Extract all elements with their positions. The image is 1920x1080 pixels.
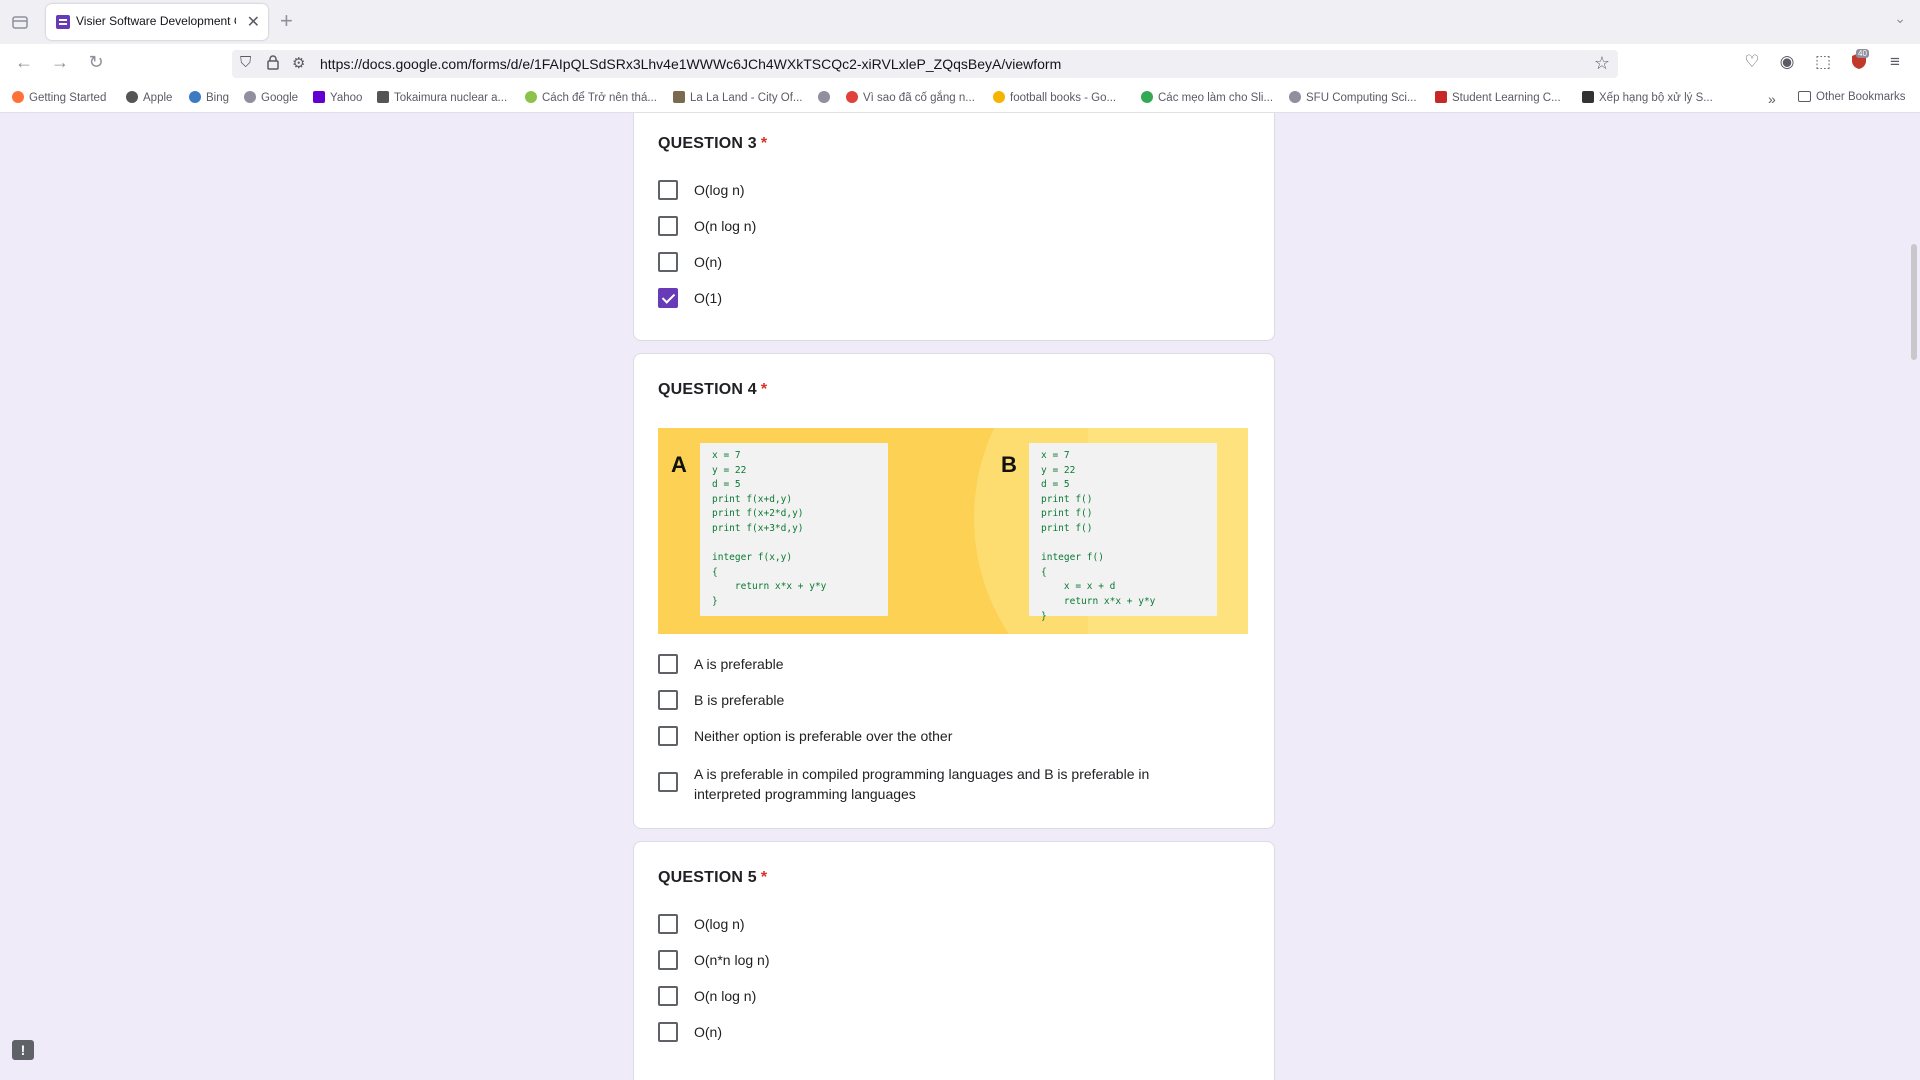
code-block-b: x = 7 y = 22 d = 5 print f() print f() p… [1029, 443, 1217, 622]
globe-icon [818, 91, 830, 103]
account-icon[interactable]: ◉ [1776, 52, 1798, 72]
question-title: QUESTION 5 * [658, 869, 768, 886]
other-bookmarks[interactable]: Other Bookmarks [1798, 91, 1905, 103]
pocket-icon[interactable]: ♡ [1741, 52, 1763, 72]
form-page: QUESTION 3 * O(log n) O(n log n) O(n) O(1… [0, 113, 1920, 1080]
apple-icon [126, 91, 138, 103]
bookmark-item[interactable]: Student Learning C... [1435, 91, 1561, 104]
reload-icon[interactable]: ↻ [84, 52, 108, 73]
scrollbar-thumb[interactable] [1911, 244, 1917, 360]
checkbox[interactable] [658, 1022, 678, 1042]
question-4-card: QUESTION 4 * A x = 7 y = 22 d = 5 print f… [633, 353, 1275, 829]
url-bar[interactable]: ⛉ ⚙ https://docs.google.com/forms/d/e/1F… [232, 50, 1618, 78]
wikipedia-icon [377, 91, 389, 103]
navigation-toolbar: ← → ↻ ⛉ ⚙ https://docs.google.com/forms/… [0, 44, 1920, 84]
site-icon [673, 91, 685, 103]
menu-icon[interactable]: ≡ [1884, 52, 1906, 72]
question-3-card: QUESTION 3 * O(log n) O(n log n) O(n) O(1… [633, 113, 1275, 341]
bookmark-item[interactable]: Tokaimura nuclear a... [377, 91, 507, 104]
required-asterisk: * [760, 135, 768, 152]
extension-badge: 40 [1856, 49, 1869, 58]
code-block-a: x = 7 y = 22 d = 5 print f(x+d,y) print … [700, 443, 888, 616]
new-tab-button[interactable]: + [280, 8, 293, 34]
site-icon [1582, 91, 1594, 103]
option-b-label: B [1001, 452, 1017, 477]
google-forms-icon [56, 15, 70, 29]
google-icon [244, 91, 256, 103]
shield-icon[interactable]: ⛉ [240, 54, 251, 71]
report-issue-icon[interactable]: ! [12, 1040, 34, 1060]
option-a-label: A [671, 452, 687, 477]
bookmark-item[interactable]: Xếp hạng bộ xử lý S... [1582, 91, 1713, 104]
checkbox[interactable] [658, 986, 678, 1006]
question-title: QUESTION 3 * [658, 135, 768, 152]
checkbox[interactable] [658, 216, 678, 236]
bookmarks-overflow-icon[interactable]: » [1768, 91, 1776, 107]
required-asterisk: * [760, 869, 768, 886]
sfu-icon [1435, 91, 1447, 103]
site-icon [525, 91, 537, 103]
checkbox[interactable] [658, 180, 678, 200]
checkbox[interactable] [658, 914, 678, 934]
bookmarks-toolbar: Getting Started Apple Bing Google Yahoo … [0, 84, 1920, 113]
checkbox[interactable] [658, 772, 678, 792]
close-tab-icon[interactable]: ✕ [247, 12, 260, 32]
question-title: QUESTION 4 * [658, 381, 768, 398]
checkbox[interactable] [658, 252, 678, 272]
chevron-down-icon[interactable]: ⌄ [1894, 10, 1906, 27]
checkbox[interactable] [658, 690, 678, 710]
permissions-icon[interactable]: ⚙ [292, 54, 305, 72]
tab-title: Visier Software Development C [76, 14, 236, 28]
yahoo-icon [313, 91, 325, 103]
checkbox-checked[interactable] [658, 288, 678, 308]
bookmark-item[interactable]: La La Land - City Of... [673, 91, 803, 104]
bookmark-item[interactable]: Apple [126, 91, 172, 104]
bookmark-item[interactable]: Getting Started [12, 91, 106, 104]
forward-arrow-icon[interactable]: → [48, 52, 72, 73]
code-comparison-image: A x = 7 y = 22 d = 5 print f(x+d,y) prin… [658, 428, 1248, 634]
lock-icon[interactable] [266, 54, 280, 74]
bookmark-item[interactable]: Bing [189, 91, 229, 104]
search-icon [189, 91, 201, 103]
tab-list-icon[interactable] [10, 12, 30, 32]
firefox-icon [12, 91, 24, 103]
checkbox[interactable] [658, 950, 678, 970]
site-icon [846, 91, 858, 103]
url-text[interactable]: https://docs.google.com/forms/d/e/1FAIpQ… [320, 56, 1061, 72]
checkbox[interactable] [658, 726, 678, 746]
google-drive-icon [993, 91, 1005, 103]
site-icon [1141, 91, 1153, 103]
globe-icon [1289, 91, 1301, 103]
active-tab[interactable]: Visier Software Development C ✕ [46, 4, 268, 40]
tab-strip: Visier Software Development C ✕ + ⌄ [0, 0, 1920, 44]
bookmark-item[interactable]: Google [244, 91, 298, 104]
checkbox[interactable] [658, 654, 678, 674]
bookmark-item[interactable]: SFU Computing Sci... [1289, 91, 1417, 104]
question-5-card: QUESTION 5 * O(log n) O(n*n log n) O(n lo… [633, 841, 1275, 1080]
back-arrow-icon[interactable]: ← [12, 52, 36, 73]
bookmark-star-icon[interactable]: ☆ [1594, 53, 1610, 74]
required-asterisk: * [760, 381, 768, 398]
folder-icon [1798, 91, 1811, 102]
bookmark-item[interactable]: Cách để Trở nên thá... [525, 91, 657, 104]
bookmark-item[interactable]: football books - Go... [993, 91, 1116, 104]
bookmark-item[interactable]: Yahoo [313, 91, 362, 104]
bookmark-item[interactable]: Vì sao đã cố gắng n... [846, 91, 975, 104]
bookmark-item[interactable] [818, 91, 835, 104]
bookmark-item[interactable]: Các mẹo làm cho Sli... [1141, 91, 1273, 104]
extensions-icon[interactable]: ⬚ [1812, 52, 1834, 72]
